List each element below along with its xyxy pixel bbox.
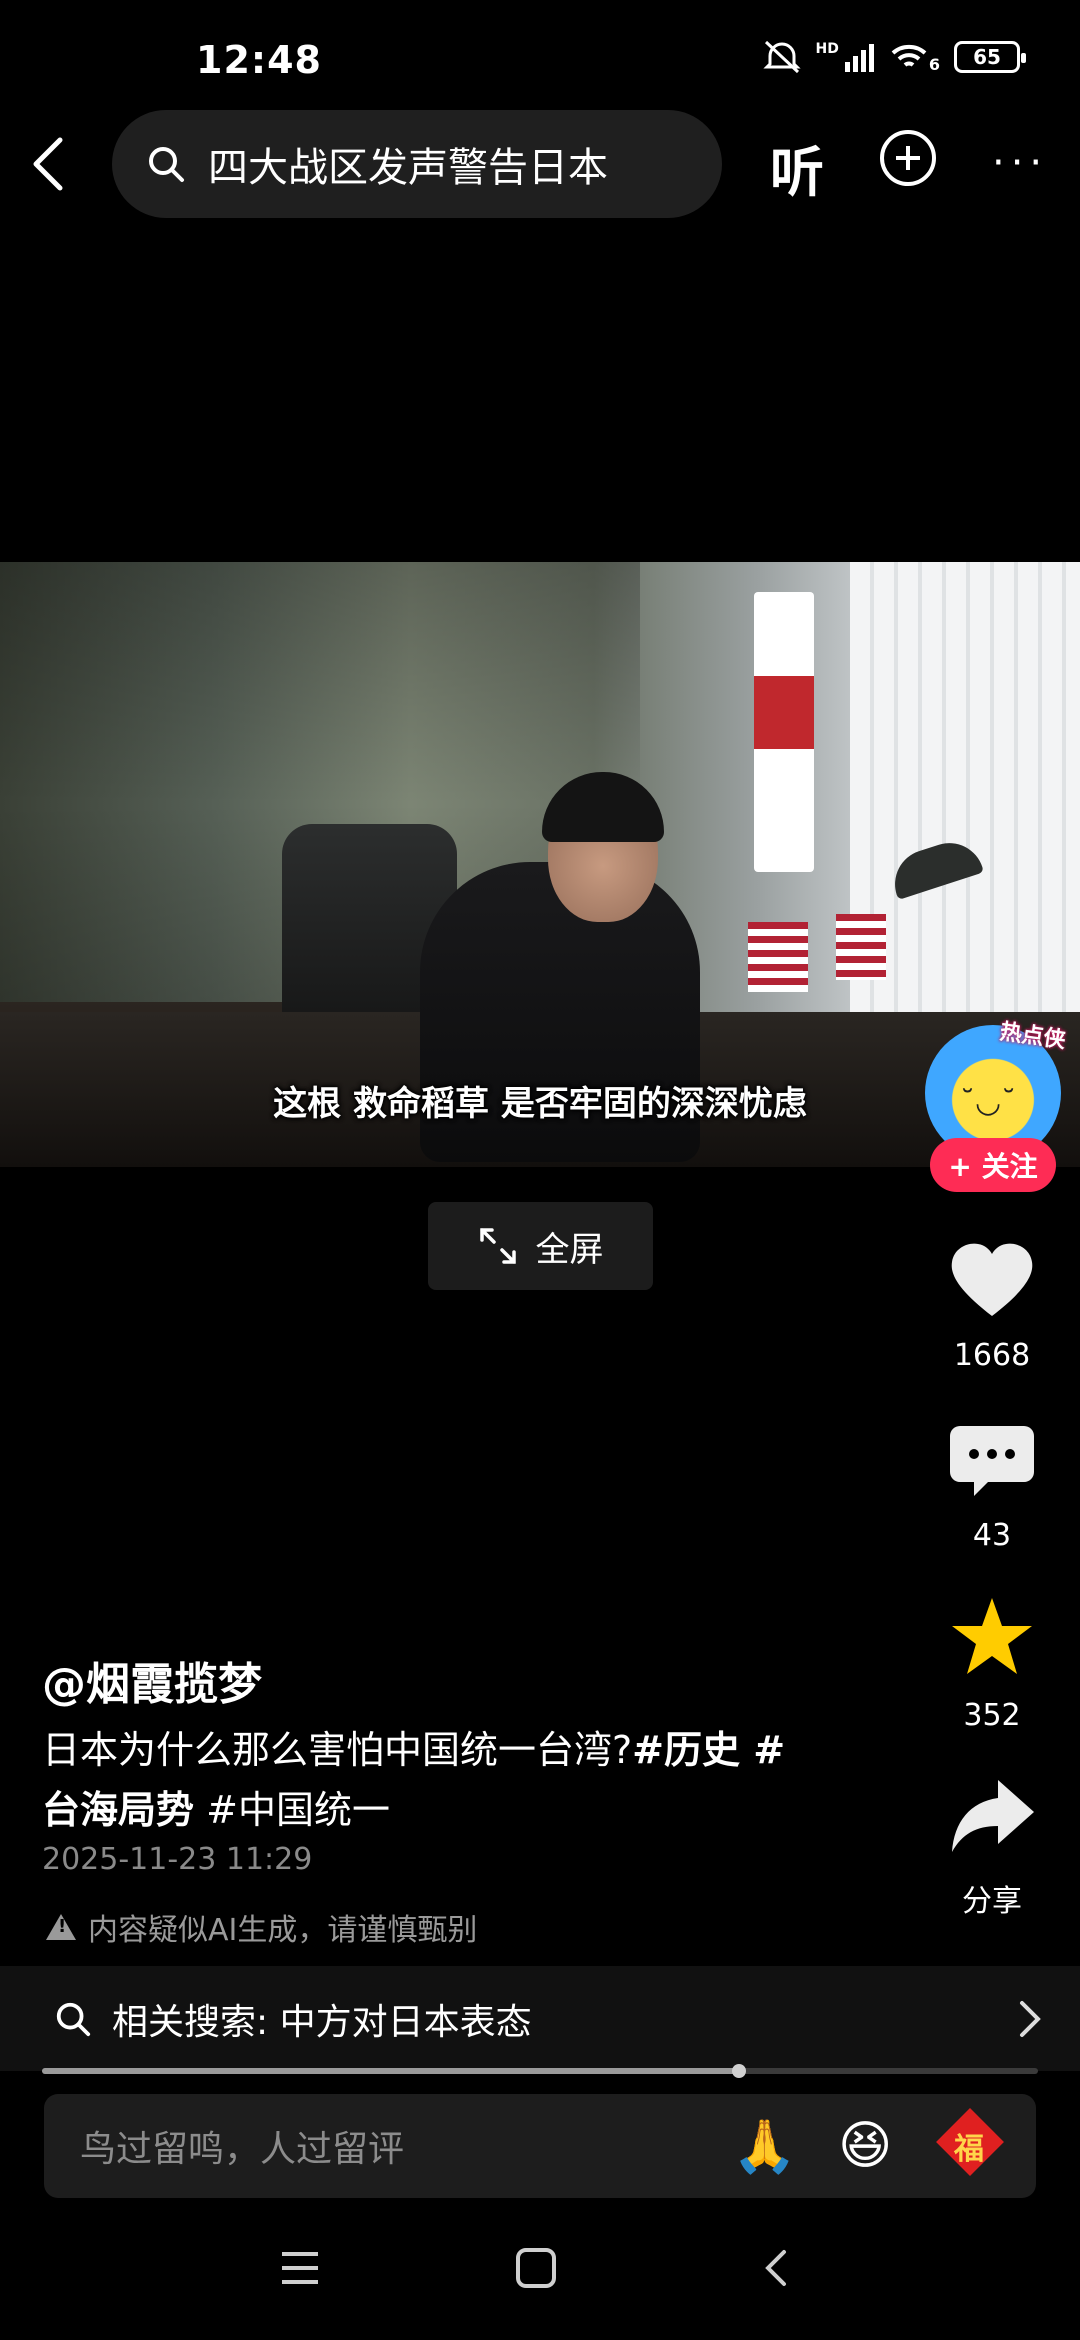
hashtag-taiwan-strait[interactable]: 台海局势 — [42, 1788, 194, 1832]
search-icon — [149, 147, 184, 182]
video-scene-us-flag — [748, 922, 808, 992]
follow-button[interactable]: + 关注 — [930, 1138, 1056, 1192]
author-name[interactable]: @烟霞揽梦 — [42, 1648, 262, 1712]
comment-count: 43 — [972, 1518, 1012, 1553]
add-circle-icon[interactable] — [880, 130, 936, 186]
status-icons: HD 6 65 — [762, 40, 1026, 74]
hashtag-history[interactable]: #历史 # — [632, 1728, 785, 1772]
progress-thumb[interactable] — [732, 2064, 747, 2078]
favorite-count: 352 — [963, 1698, 1021, 1733]
description-text: 日本为什么那么害怕中国统一台湾? — [42, 1728, 633, 1772]
battery-level: 65 — [973, 45, 1001, 69]
laugh-emoji-icon[interactable]: 😆 — [838, 2116, 892, 2176]
search-query: 四大战区发声警告日本 — [208, 145, 608, 191]
comment-placeholder: 鸟过留鸣，人过留评 — [80, 2129, 405, 2170]
status-time: 12:48 — [196, 38, 322, 82]
related-search-text: 相关搜索: 中方对日本表态 — [112, 2001, 532, 2043]
network-hd-label: HD — [815, 41, 839, 57]
wifi-6-label: 6 — [928, 54, 940, 74]
fu-label: 福 — [954, 2132, 984, 2167]
more-icon[interactable]: ··· — [992, 140, 1048, 186]
wifi-icon — [891, 44, 927, 67]
star-icon[interactable] — [948, 1596, 1036, 1676]
fullscreen-label: 全屏 — [535, 1229, 604, 1270]
video-subtitle: 这根 救命稻草 是否牢固的深深忧虑 — [273, 1084, 807, 1124]
ai-notice-text: 内容疑似AI生成，请谨慎甄别 — [88, 1913, 478, 1948]
search-bar[interactable]: 四大战区发声警告日本 — [112, 110, 722, 218]
search-icon — [56, 2002, 91, 2036]
expand-icon — [479, 1228, 516, 1264]
hashtag-china-unification[interactable]: #中国统一 — [206, 1788, 390, 1832]
pray-emoji-icon[interactable]: 🙏 — [732, 2116, 797, 2177]
heart-icon[interactable] — [948, 1240, 1036, 1320]
like-count: 1668 — [953, 1338, 1031, 1373]
fullscreen-button[interactable]: 全屏 — [428, 1202, 653, 1290]
video-scene-us-flag-2 — [836, 914, 886, 980]
home-icon[interactable] — [514, 2248, 558, 2288]
video-scene-flag — [754, 592, 814, 872]
share-label[interactable]: 分享 — [930, 1876, 1054, 1920]
ai-notice: 内容疑似AI生成，请谨慎甄别 — [46, 1905, 477, 1949]
listen-button[interactable]: 听 — [770, 128, 824, 207]
battery-icon: 65 — [954, 41, 1026, 73]
chevron-right-icon — [1020, 2000, 1041, 2037]
progress-fill — [42, 2068, 740, 2074]
signal-icon — [844, 44, 874, 72]
menu-icon[interactable] — [278, 2248, 322, 2288]
mute-icon — [762, 40, 801, 74]
back-icon[interactable] — [30, 136, 70, 192]
back-nav-icon[interactable] — [760, 2248, 790, 2288]
comment-icon[interactable] — [948, 1420, 1036, 1500]
related-search[interactable]: 相关搜索: 中方对日本表态 — [0, 1966, 1080, 2071]
post-description: 日本为什么那么害怕中国统一台湾?#历史 # 台海局势 #中国统一 — [42, 1720, 872, 1840]
avatar-face-icon: ˘◡˘ — [960, 1085, 1017, 1120]
warning-icon — [46, 1914, 76, 1940]
post-date: 2025-11-23 11:29 — [42, 1842, 313, 1877]
share-icon[interactable] — [948, 1776, 1036, 1856]
